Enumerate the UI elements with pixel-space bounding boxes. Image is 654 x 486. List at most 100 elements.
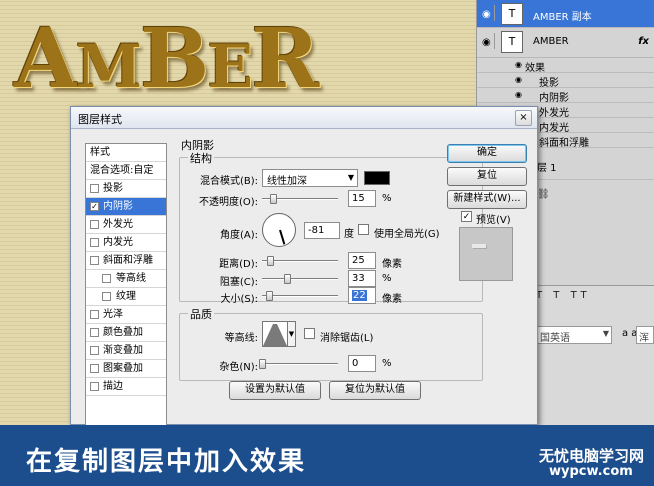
- layer-amber-copy[interactable]: ◉ T AMBER 副本: [477, 0, 654, 28]
- distance-input[interactable]: 25: [348, 252, 376, 269]
- checkbox-icon[interactable]: [90, 310, 99, 319]
- list-item-label: 内发光: [103, 237, 133, 248]
- checkbox-icon[interactable]: [90, 184, 99, 193]
- eye-icon[interactable]: ◉: [515, 60, 522, 69]
- blend-mode-select[interactable]: 线性加深 ▼: [262, 169, 358, 187]
- size-slider-thumb[interactable]: [265, 291, 273, 301]
- list-item-style[interactable]: 外发光: [86, 216, 166, 234]
- list-item-style[interactable]: 纹理: [86, 288, 166, 306]
- list-item-style[interactable]: 内发光: [86, 234, 166, 252]
- eye-icon[interactable]: ◉: [482, 9, 491, 20]
- eye-icon[interactable]: ◉: [515, 75, 522, 84]
- all-caps-icon[interactable]: TT: [571, 290, 591, 301]
- list-item-label: 图案叠加: [103, 363, 143, 374]
- list-item-style[interactable]: 等高线: [86, 270, 166, 288]
- caption-text: 在复制图层中加入效果: [26, 447, 307, 477]
- angle-needle: [279, 229, 286, 245]
- contour-dropdown[interactable]: ▼: [288, 321, 296, 347]
- close-button[interactable]: ×: [515, 110, 532, 126]
- choke-slider-track[interactable]: [262, 278, 338, 280]
- global-light-checkbox[interactable]: [358, 224, 369, 235]
- list-item-style[interactable]: 渐变叠加: [86, 342, 166, 360]
- size-unit: 像素: [382, 294, 402, 305]
- layer-visibility-box: ◉: [479, 5, 495, 21]
- size-label: 大小(S):: [220, 294, 258, 305]
- checkbox-icon[interactable]: [90, 364, 99, 373]
- list-item-style[interactable]: ✓ 内阴影: [86, 198, 166, 216]
- checkbox-checked-icon[interactable]: ✓: [90, 202, 99, 211]
- blend-mode-label: 混合模式(B):: [199, 176, 258, 187]
- checkbox-icon[interactable]: [90, 382, 99, 391]
- caption-banner: 在复制图层中加入效果 无忧电脑学习网 wypcw.com: [0, 425, 654, 486]
- effects-header: 效果: [525, 63, 545, 74]
- anti-alias-checkbox[interactable]: [304, 328, 315, 339]
- ok-button[interactable]: 确定: [447, 144, 527, 163]
- distance-slider-thumb[interactable]: [266, 256, 274, 266]
- chevron-down-icon: ▼: [288, 330, 295, 338]
- eye-icon[interactable]: ◉: [482, 37, 491, 48]
- faux-italic-icon[interactable]: T: [553, 290, 563, 301]
- noise-input[interactable]: 0: [348, 355, 376, 372]
- effect-row[interactable]: ◉ 内阴影: [477, 88, 654, 104]
- noise-slider-thumb[interactable]: [259, 359, 266, 369]
- new-style-button[interactable]: 新建样式(W)...: [447, 190, 527, 209]
- effect-label: 斜面和浮雕: [539, 138, 589, 149]
- opacity-slider-thumb[interactable]: [270, 194, 278, 204]
- amber-logo-text: AMBER: [14, 11, 319, 107]
- shadow-color-swatch[interactable]: [364, 171, 390, 185]
- list-item-style[interactable]: 颜色叠加: [86, 324, 166, 342]
- fx-icon[interactable]: fx: [638, 36, 649, 47]
- anti-alias-select[interactable]: 浑厚: [636, 326, 654, 344]
- eye-icon[interactable]: ◉: [515, 90, 522, 99]
- list-item-blend-options[interactable]: 混合选项:自定: [86, 162, 166, 180]
- reset-button[interactable]: 复位: [447, 167, 527, 186]
- effects-group[interactable]: ◉ 效果: [477, 58, 654, 74]
- angle-input[interactable]: -81: [304, 222, 340, 239]
- checkbox-icon[interactable]: [102, 292, 111, 301]
- reset-default-button[interactable]: 复位为默认值: [329, 381, 421, 400]
- choke-input[interactable]: 33: [348, 270, 376, 287]
- layer-visibility-box: ◉: [479, 33, 495, 49]
- list-item-style[interactable]: 光泽: [86, 306, 166, 324]
- list-item-label: 内阴影: [103, 201, 133, 212]
- contour-label: 等高线:: [224, 333, 258, 344]
- opacity-input[interactable]: 15: [348, 190, 376, 207]
- list-item-style[interactable]: 图案叠加: [86, 360, 166, 378]
- effect-label: 外发光: [539, 108, 569, 119]
- checkbox-icon[interactable]: [102, 274, 111, 283]
- effect-label: 内发光: [539, 123, 569, 134]
- effect-label: 投影: [539, 78, 559, 89]
- layer-amber[interactable]: ◉ T AMBER fx: [477, 28, 654, 58]
- angle-dial[interactable]: [262, 213, 296, 247]
- contour-preview[interactable]: [262, 321, 288, 347]
- anti-alias-label: 消除锯齿(L): [320, 333, 374, 344]
- language-select[interactable]: 国英语 ▼: [536, 326, 612, 344]
- list-item-label: 光泽: [103, 309, 123, 320]
- noise-slider-track[interactable]: [262, 363, 338, 365]
- preview-checkbox[interactable]: ✓: [461, 211, 472, 222]
- list-item-label: 混合选项:自定: [90, 165, 154, 176]
- effect-row[interactable]: ◉ 投影: [477, 73, 654, 89]
- list-item-label: 渐变叠加: [103, 345, 143, 356]
- choke-label: 阻塞(C):: [219, 277, 258, 288]
- size-slider-track[interactable]: [262, 295, 338, 297]
- link-layers-icon[interactable]: ⛓: [537, 189, 553, 200]
- list-header-styles[interactable]: 样式: [86, 144, 166, 162]
- choke-slider-thumb[interactable]: [284, 274, 292, 284]
- watermark-cn: 无忧电脑学习网: [539, 447, 645, 465]
- list-item-style[interactable]: 斜面和浮雕: [86, 252, 166, 270]
- size-input[interactable]: 22: [348, 287, 376, 304]
- list-item-style[interactable]: 描边: [86, 378, 166, 396]
- distance-unit: 像素: [382, 259, 402, 270]
- list-item-style[interactable]: 投影: [86, 180, 166, 198]
- checkbox-icon[interactable]: [90, 220, 99, 229]
- checkbox-icon[interactable]: [90, 238, 99, 247]
- dialog-titlebar[interactable]: 图层样式 ×: [71, 107, 537, 129]
- checkbox-icon[interactable]: [90, 328, 99, 337]
- style-list: 样式 混合选项:自定 投影 ✓ 内阴影外发光内发光斜面和浮雕 等高线 纹理光泽颜色叠加渐…: [85, 143, 167, 426]
- set-default-button[interactable]: 设置为默认值: [229, 381, 321, 400]
- chevron-down-icon: ▼: [347, 173, 354, 182]
- text-style-toolbar: T T TT: [536, 290, 591, 301]
- checkbox-icon[interactable]: [90, 346, 99, 355]
- checkbox-icon[interactable]: [90, 256, 99, 265]
